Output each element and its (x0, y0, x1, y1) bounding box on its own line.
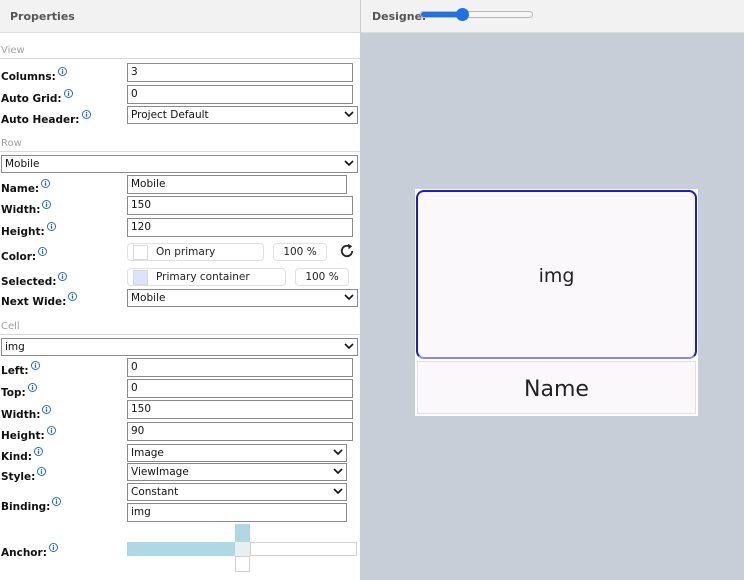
auto-grid-input[interactable]: 0 (127, 85, 353, 104)
properties-header: Properties (0, 0, 360, 33)
row-height-label: Height: (1, 222, 56, 238)
auto-header-label: Auto Header: (1, 110, 91, 126)
chevron-down-icon (344, 111, 354, 118)
cell-anchor-label: Anchor: (1, 543, 58, 559)
row-select-value: Mobile (5, 158, 40, 170)
info-icon[interactable] (58, 272, 68, 281)
cell-left-label: Left: (1, 361, 40, 377)
info-icon[interactable] (30, 361, 40, 370)
chevron-down-icon (344, 343, 354, 350)
zoom-slider-thumb[interactable] (456, 8, 470, 21)
designer-cell-name-label: Name (524, 377, 589, 402)
cell-left-input[interactable]: 0 (127, 358, 353, 377)
binding-type-value: Constant (131, 486, 179, 498)
next-wide-value: Mobile (131, 292, 166, 304)
columns-label: Columns: (1, 67, 67, 83)
cell-top-label: Top: (1, 383, 37, 399)
cell-style-select[interactable]: ViewImage (127, 463, 347, 481)
cell-binding-label: Binding: (1, 497, 62, 513)
chevron-down-icon (344, 160, 354, 167)
info-icon[interactable] (48, 543, 58, 552)
info-icon[interactable] (63, 89, 73, 98)
next-wide-label: Next Wide: (1, 292, 78, 308)
cell-select[interactable]: img (1, 338, 358, 356)
row-width-label: Width: (1, 200, 52, 216)
row-name-label: Name: (1, 179, 51, 195)
anchor-right-toggle[interactable] (250, 542, 357, 556)
selected-color-swatch (133, 270, 148, 285)
cell-kind-label: Kind: (1, 447, 43, 463)
section-row-label: Row (1, 138, 22, 149)
info-icon[interactable] (52, 497, 62, 506)
auto-grid-label: Auto Grid: (1, 89, 73, 105)
info-icon[interactable] (42, 200, 52, 209)
cell-style-label: Style: (1, 467, 47, 483)
cell-style-value: ViewImage (131, 466, 189, 478)
columns-input[interactable]: 3 (127, 63, 353, 82)
cell-height-input[interactable]: 90 (127, 422, 353, 441)
info-icon[interactable] (46, 222, 56, 231)
row-select[interactable]: Mobile (1, 155, 358, 173)
zoom-slider[interactable] (420, 11, 533, 18)
anchor-left-toggle[interactable] (127, 542, 235, 556)
designer-cell-name[interactable]: Name (417, 361, 696, 414)
section-divider (0, 334, 360, 335)
reset-icon[interactable] (338, 242, 356, 260)
cell-kind-value: Image (131, 447, 164, 459)
chevron-down-icon (333, 449, 343, 456)
color-picker[interactable]: On primary (127, 243, 264, 261)
info-icon[interactable] (46, 426, 56, 435)
cell-top-input[interactable]: 0 (127, 379, 353, 398)
row-selected-label: Selected: (1, 272, 68, 288)
info-icon[interactable] (37, 467, 47, 476)
designer-title: Designer (372, 10, 428, 23)
cell-width-input[interactable]: 150 (127, 400, 353, 419)
cell-height-label: Height: (1, 426, 56, 442)
row-color-label: Color: (1, 247, 48, 263)
info-icon[interactable] (38, 247, 48, 256)
properties-title: Properties (10, 10, 75, 23)
designer-cell-img[interactable]: img (416, 190, 697, 359)
selected-color-picker[interactable]: Primary container (127, 268, 286, 286)
chevron-down-icon (333, 468, 343, 475)
anchor-top-toggle[interactable] (235, 524, 250, 542)
designer-cell-img-label: img (538, 265, 575, 287)
color-name: On primary (156, 246, 216, 258)
chevron-down-icon (333, 488, 343, 495)
section-divider (0, 58, 360, 59)
next-wide-select[interactable]: Mobile (127, 289, 358, 307)
designer-header: Designer (361, 0, 744, 33)
cell-width-label: Width: (1, 405, 52, 421)
info-icon[interactable] (33, 447, 43, 456)
info-icon[interactable] (27, 383, 37, 392)
section-view-label: View (1, 45, 25, 56)
anchor-center (235, 542, 250, 556)
section-cell-label: Cell (1, 321, 20, 332)
color-swatch (133, 245, 148, 260)
row-width-input[interactable]: 150 (127, 196, 353, 215)
cell-select-value: img (5, 341, 25, 353)
info-icon[interactable] (41, 179, 51, 188)
designer-row-preview[interactable]: img Name (415, 189, 698, 416)
cell-kind-select[interactable]: Image (127, 444, 347, 462)
section-divider (0, 151, 360, 152)
selected-color-name: Primary container (156, 271, 250, 283)
auto-header-select[interactable]: Project Default (127, 106, 358, 124)
auto-header-value: Project Default (131, 109, 209, 121)
binding-value-input[interactable]: img (127, 503, 347, 522)
properties-panel: Properties View Columns: 3 Auto Grid: 0 … (0, 0, 361, 580)
color-opacity-input[interactable]: 100 % (273, 243, 327, 261)
info-icon[interactable] (81, 110, 91, 119)
anchor-bottom-toggle[interactable] (235, 556, 250, 572)
row-height-input[interactable]: 120 (127, 218, 353, 237)
binding-type-select[interactable]: Constant (127, 483, 347, 501)
info-icon[interactable] (68, 292, 78, 301)
row-name-input[interactable]: Mobile (127, 175, 347, 194)
info-icon[interactable] (57, 67, 67, 76)
selected-opacity-input[interactable]: 100 % (295, 268, 349, 286)
info-icon[interactable] (42, 405, 52, 414)
designer-panel: Designer img Name (361, 0, 744, 580)
chevron-down-icon (344, 294, 354, 301)
